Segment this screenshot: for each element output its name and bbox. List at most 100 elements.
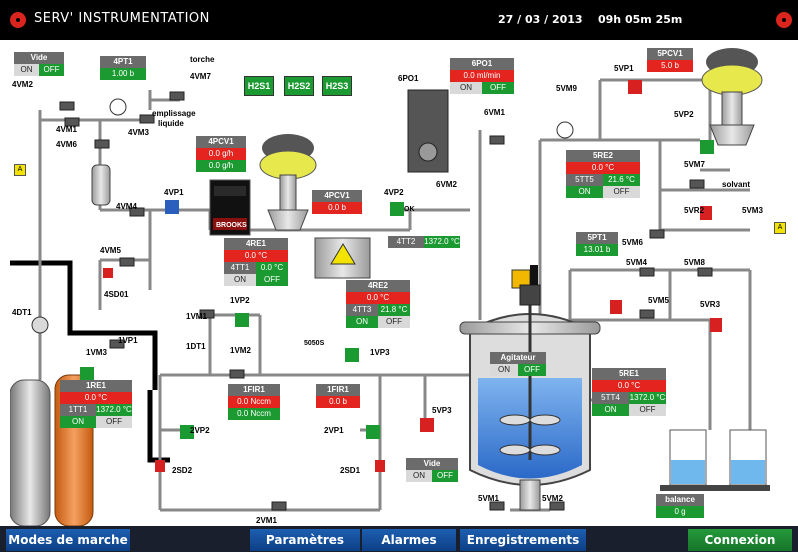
4pcv1-pressure-panel: 4PCV1 0.0 b: [312, 190, 362, 214]
modes-de-marche-button[interactable]: Modes de marche: [6, 529, 130, 551]
vide-on-button[interactable]: ON: [14, 64, 39, 76]
5re2-title: 5RE2: [566, 150, 640, 162]
5vp3-label[interactable]: 5VP3: [432, 406, 452, 415]
4vm2-label[interactable]: 4VM2: [12, 80, 33, 89]
2vp1-label[interactable]: 2VP1: [324, 426, 344, 435]
2vm1-label[interactable]: 2VM1: [256, 516, 277, 525]
6vm2-label[interactable]: 6VM2: [436, 180, 457, 189]
4tt2-temp: 1372.0 °C: [424, 236, 460, 248]
5vr3-label[interactable]: 5VR3: [700, 300, 720, 309]
4vm5-label[interactable]: 4VM5: [100, 246, 121, 255]
4pcv1b-value: 0.0 b: [312, 202, 362, 214]
4vm1-label[interactable]: 4VM1: [56, 125, 77, 134]
5vm4-label[interactable]: 5VM4: [626, 258, 647, 267]
4re2-off-button[interactable]: OFF: [378, 316, 410, 328]
brooks-label: BROOKS: [216, 222, 247, 229]
5re1-on-button[interactable]: ON: [592, 404, 629, 416]
6vm1-label[interactable]: 6VM1: [484, 108, 505, 117]
1fir1-title: 1FIR1: [228, 384, 280, 396]
4pcv1-setpoint: 0.0 g/h: [196, 148, 246, 160]
5vm8-label[interactable]: 5VM8: [684, 258, 705, 267]
1vp3-label[interactable]: 1VP3: [370, 348, 390, 357]
h2s2-sensor[interactable]: H2S2: [284, 76, 314, 96]
pressure-gauge-icon-2: [556, 121, 574, 139]
4tt1-temp: 0.0 °C: [256, 262, 288, 274]
4vm4-label[interactable]: 4VM4: [116, 202, 137, 211]
6po1-on-button[interactable]: ON: [450, 82, 482, 94]
5vm5-label[interactable]: 5VM5: [648, 296, 669, 305]
1fir1b-value: 0.0 b: [316, 396, 360, 408]
4sd01-label[interactable]: 4SD01: [104, 290, 128, 299]
connexion-button[interactable]: Connexion: [688, 529, 792, 551]
company-logo-icon-right: [776, 12, 792, 28]
parametres-button[interactable]: Paramètres: [250, 529, 360, 551]
1vm1-label[interactable]: 1VM1: [186, 312, 207, 321]
1re1-title: 1RE1: [60, 380, 132, 392]
5re1-off-button[interactable]: OFF: [629, 404, 666, 416]
4tt3-temp: 21.8 °C: [378, 304, 410, 316]
5re2-value: 0.0 °C: [566, 162, 640, 174]
6po1-label[interactable]: 6PO1: [398, 74, 418, 83]
vide2-on-button[interactable]: ON: [406, 470, 432, 482]
1fir1-pressure-panel: 1FIR1 0.0 b: [316, 384, 360, 408]
5pt1-value: 13.01 b: [576, 244, 618, 256]
alarmes-button[interactable]: Alarmes: [362, 529, 456, 551]
vide2-off-button[interactable]: OFF: [432, 470, 458, 482]
4pt1-panel: 4PT1 1.00 b: [100, 56, 146, 80]
1vp1-label[interactable]: 1VP1: [118, 336, 138, 345]
5re1-panel: 5RE1 0.0 °C 5TT4 1372.0 °C ON OFF: [592, 368, 666, 416]
4vp1-label[interactable]: 4VP1: [164, 188, 184, 197]
5vm9-label[interactable]: 5VM9: [556, 84, 577, 93]
4re1-off-button[interactable]: OFF: [256, 274, 288, 286]
5re2-off-button[interactable]: OFF: [603, 186, 640, 198]
h2s1-sensor[interactable]: H2S1: [244, 76, 274, 96]
5pcv1-title: 5PCV1: [647, 48, 693, 60]
6po1-panel: 6PO1 0.0 ml/min ON OFF: [450, 58, 514, 94]
agitateur-off-button[interactable]: OFF: [518, 364, 546, 376]
5re2-on-button[interactable]: ON: [566, 186, 603, 198]
2sd2-label[interactable]: 2SD2: [172, 466, 192, 475]
5vp1-label[interactable]: 5VP1: [614, 64, 634, 73]
alarm-marker-a-left: A: [14, 164, 26, 176]
1vp2-label[interactable]: 1VP2: [230, 296, 250, 305]
1vm3-label[interactable]: 1VM3: [86, 348, 107, 357]
4re2-on-button[interactable]: ON: [346, 316, 378, 328]
4tt2-tag: 4TT2: [388, 236, 424, 248]
2sd1-label[interactable]: 2SD1: [340, 466, 360, 475]
5vm7-label[interactable]: 5VM7: [684, 160, 705, 169]
6po1-off-button[interactable]: OFF: [482, 82, 514, 94]
5vm3-label[interactable]: 5VM3: [742, 206, 763, 215]
4vm7-label[interactable]: 4VM7: [190, 72, 211, 81]
1dt1-label[interactable]: 1DT1: [186, 342, 206, 351]
4vp2-label[interactable]: 4VP2: [384, 188, 404, 197]
4pcv1b-title: 4PCV1: [312, 190, 362, 202]
5vm2-label[interactable]: 5VM2: [542, 494, 563, 503]
4re1-panel: 4RE1 0.0 °C 4TT1 0.0 °C ON OFF: [224, 238, 288, 286]
solvant-label: solvant: [722, 180, 751, 189]
balance-panel: balance 0 g: [656, 494, 704, 518]
4tt3-tag: 4TT3: [346, 304, 378, 316]
enregistrements-button[interactable]: Enregistrements: [460, 529, 586, 551]
5vm1-label[interactable]: 5VM1: [478, 494, 499, 503]
5vr2-label[interactable]: 5VR2: [684, 206, 704, 215]
pressure-gauge-icon: [109, 98, 127, 116]
1re1-on-button[interactable]: ON: [60, 416, 96, 428]
vide-off-button[interactable]: OFF: [39, 64, 64, 76]
1re1-off-button[interactable]: OFF: [96, 416, 132, 428]
4re1-on-button[interactable]: ON: [224, 274, 256, 286]
agitateur-on-button[interactable]: ON: [490, 364, 518, 376]
h2s3-sensor[interactable]: H2S3: [322, 76, 352, 96]
1re1-value: 0.0 °C: [60, 392, 132, 404]
4re1-title: 4RE1: [224, 238, 288, 250]
1vm2-label[interactable]: 1VM2: [230, 346, 251, 355]
agitateur-panel: Agitateur ON OFF: [490, 352, 546, 376]
liquide-label: liquide: [158, 119, 184, 128]
vide-title: Vide: [14, 52, 64, 64]
gas-cylinder-grey: [10, 379, 51, 526]
4vm3-label[interactable]: 4VM3: [128, 128, 149, 137]
4dt1-label[interactable]: 4DT1: [12, 308, 32, 317]
5vm6-label[interactable]: 5VM6: [622, 238, 643, 247]
2vp2-label[interactable]: 2VP2: [190, 426, 210, 435]
4vm6-label[interactable]: 4VM6: [56, 140, 77, 149]
5vp2-label[interactable]: 5VP2: [674, 110, 694, 119]
